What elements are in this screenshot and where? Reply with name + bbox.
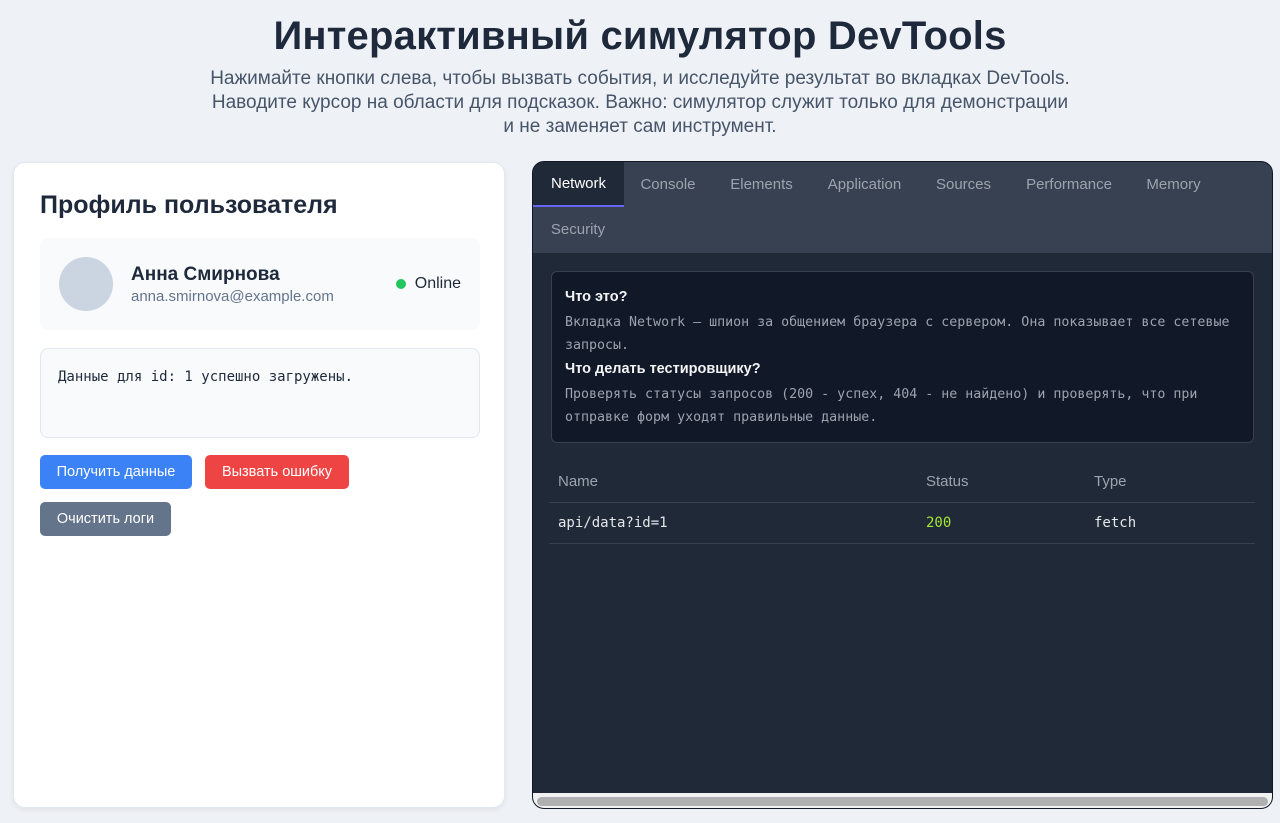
tab-info-box: Что это? Вкладка Network — шпион за обще…	[551, 271, 1254, 443]
request-status: 200	[917, 502, 1085, 544]
status-badge: Online	[395, 275, 461, 293]
tab-application[interactable]: Application	[811, 162, 918, 207]
tab-security[interactable]: Security	[533, 207, 623, 252]
info-question-tester: Что делать тестировщику?	[565, 361, 761, 377]
tab-network[interactable]: Network	[533, 162, 624, 207]
devtools-tab-bar: Network Console Elements Application Sou…	[533, 162, 1272, 253]
clear-logs-button[interactable]: Очистить логи	[40, 502, 171, 536]
trigger-error-button[interactable]: Вызвать ошибку	[205, 455, 349, 489]
network-table: Name Status Type api/data?id=1 200 fetch	[549, 461, 1255, 544]
profile-card: Профиль пользователя Анна Смирнова anna.…	[13, 162, 505, 808]
tab-performance[interactable]: Performance	[1009, 162, 1129, 207]
page-title: Интерактивный симулятор DevTools	[273, 14, 1007, 58]
page-header: Интерактивный симулятор DevTools Нажимай…	[0, 0, 1280, 139]
column-header-status[interactable]: Status	[917, 461, 1085, 503]
tab-console[interactable]: Console	[624, 162, 712, 207]
devtools-panel: Network Console Elements Application Sou…	[532, 161, 1273, 809]
tab-sources[interactable]: Sources	[918, 162, 1009, 207]
table-header-row: Name Status Type	[549, 461, 1255, 503]
status-dot-icon	[395, 279, 406, 289]
info-answer-what: Вкладка Network — шпион за общением брау…	[565, 315, 1230, 353]
user-email: anna.smirnova@example.com	[131, 288, 334, 305]
fetch-data-button[interactable]: Получить данные	[40, 455, 192, 489]
user-profile: Анна Смирнова anna.smirnova@example.com …	[40, 238, 480, 330]
horizontal-scrollbar[interactable]	[533, 793, 1272, 808]
log-output: Данные для id: 1 успешно загружены.	[40, 348, 480, 438]
column-header-type[interactable]: Type	[1085, 461, 1255, 503]
status-label: Online	[414, 275, 461, 292]
avatar	[59, 257, 113, 311]
request-type: fetch	[1085, 502, 1255, 544]
user-name: Анна Смирнова	[131, 264, 280, 285]
request-name: api/data?id=1	[549, 502, 917, 544]
profile-card-title: Профиль пользователя	[40, 191, 338, 219]
page-subtitle: Нажимайте кнопки слева, чтобы вызвать со…	[210, 68, 1070, 137]
info-answer-tester: Проверять статусы запросов (200 - успех,…	[565, 387, 1198, 425]
scrollbar-thumb[interactable]	[537, 797, 1268, 806]
column-header-name[interactable]: Name	[549, 461, 917, 503]
info-question-what: Что это?	[565, 289, 628, 305]
table-row[interactable]: api/data?id=1 200 fetch	[549, 502, 1255, 544]
tab-elements[interactable]: Elements	[712, 162, 811, 207]
tab-memory[interactable]: Memory	[1129, 162, 1218, 207]
